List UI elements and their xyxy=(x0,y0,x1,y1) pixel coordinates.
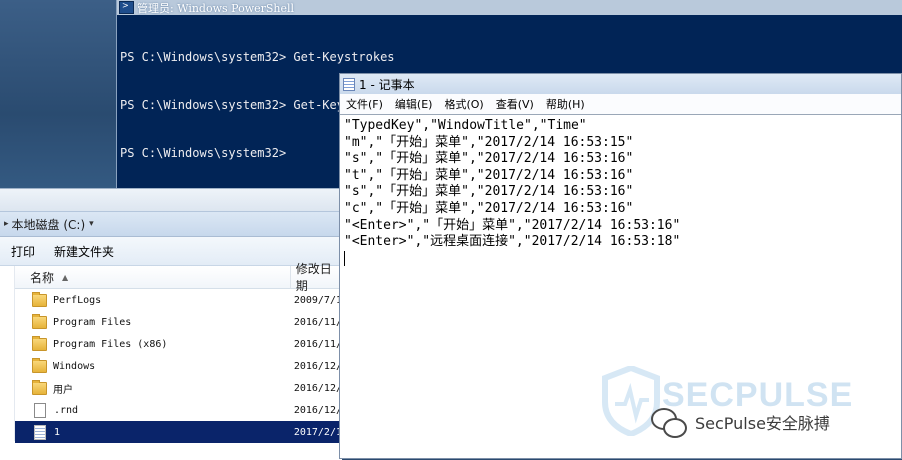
file-date: 2016/11/ xyxy=(293,338,342,350)
notepad-titlebar[interactable]: 1 - 记事本 xyxy=(340,74,901,94)
text-line: "c","「开始」菜单","2017/2/14 16:53:16" xyxy=(344,200,634,216)
list-item[interactable]: Program Files 2016/11/ xyxy=(15,311,342,333)
powershell-icon xyxy=(119,1,134,14)
list-item[interactable]: Windows 2016/12/ xyxy=(15,355,342,377)
file-date: 2009/7/1 xyxy=(293,294,342,306)
file-name: Program Files xyxy=(53,316,132,328)
text-line: "s","「开始」菜单","2017/2/14 16:53:16" xyxy=(344,151,634,167)
column-header-row: 名称 ▲ 修改日期 xyxy=(15,262,342,293)
file-name: Windows xyxy=(53,360,96,372)
notepad-icon xyxy=(343,77,355,91)
text-line: "s","「开始」菜单","2017/2/14 16:53:16" xyxy=(344,184,634,200)
new-folder-button[interactable]: 新建文件夹 xyxy=(54,243,114,260)
file-name: 用户 xyxy=(53,384,73,396)
navigation-pane[interactable] xyxy=(0,266,15,441)
folder-icon xyxy=(32,291,47,307)
text-caret xyxy=(344,250,345,266)
menu-edit[interactable]: 编辑(E) xyxy=(395,96,433,112)
explorer-content: 名称 ▲ 修改日期 PerfLogs 2009/7/1 Program File… xyxy=(0,262,342,443)
list-item[interactable]: .rnd 2016/12/ xyxy=(15,399,342,421)
explorer-toolbar: 打印 新建文件夹 xyxy=(0,237,342,266)
file-icon xyxy=(34,402,46,418)
powershell-titlebar[interactable]: 管理员: Windows PowerShell xyxy=(117,0,902,15)
file-name: PerfLogs xyxy=(53,294,102,306)
file-name: Program Files (x86) xyxy=(53,338,168,350)
list-item[interactable]: 用户 2016/12/ xyxy=(15,377,342,399)
text-line: "m","「开始」菜单","2017/2/14 16:53:15" xyxy=(344,134,634,150)
desktop-background xyxy=(0,0,118,190)
column-header-date[interactable]: 修改日期 xyxy=(291,262,342,293)
chevron-down-icon[interactable]: ▾ xyxy=(89,219,94,229)
file-name: .rnd xyxy=(54,404,79,416)
notepad-menubar: 文件(F) 编辑(E) 格式(O) 查看(V) 帮助(H) xyxy=(340,94,901,115)
text-file-icon xyxy=(34,424,46,440)
file-date: 2016/12/ xyxy=(293,360,342,372)
menu-view[interactable]: 查看(V) xyxy=(496,96,534,112)
address-bar[interactable]: ▸ 本地磁盘 (C:) ▾ xyxy=(0,211,342,237)
powershell-title: 管理员: Windows PowerShell xyxy=(137,1,295,15)
file-date: 2016/12/ xyxy=(293,382,342,394)
notepad-title: 1 - 记事本 xyxy=(359,77,415,92)
menu-file[interactable]: 文件(F) xyxy=(346,96,383,112)
text-line: "t","「开始」菜单","2017/2/14 16:53:16" xyxy=(344,167,634,183)
column-header-name[interactable]: 名称 ▲ xyxy=(15,266,291,288)
file-date: 2016/12/ xyxy=(293,404,342,416)
list-item-selected[interactable]: 1 2017/2/1 xyxy=(15,421,342,443)
folder-icon xyxy=(32,357,47,373)
text-line: "TypedKey","WindowTitle","Time" xyxy=(344,118,587,133)
watermark-caption: SecPulse安全脉搏 xyxy=(651,408,830,438)
sort-ascending-icon: ▲ xyxy=(62,272,69,282)
text-line: "<Enter>","「开始」菜单","2017/2/14 16:53:16" xyxy=(344,217,681,233)
console-line: PS C:\Windows\system32> Get-Keystrokes xyxy=(120,50,395,64)
list-item[interactable]: PerfLogs 2009/7/1 xyxy=(15,289,342,311)
file-date: 2017/2/1 xyxy=(293,426,342,438)
wechat-icon xyxy=(651,408,689,438)
text-line: "<Enter>","远程桌面连接","2017/2/14 16:53:18" xyxy=(344,234,681,250)
column-name-label: 名称 xyxy=(30,270,55,285)
explorer-window[interactable]: ▸ 本地磁盘 (C:) ▾ 打印 新建文件夹 名称 ▲ 修改日期 PerfLog… xyxy=(0,188,342,460)
print-button[interactable]: 打印 xyxy=(11,243,35,260)
address-location[interactable]: 本地磁盘 (C:) xyxy=(12,216,86,233)
file-name: 1 xyxy=(54,426,61,438)
menu-format[interactable]: 格式(O) xyxy=(444,96,483,112)
menu-help[interactable]: 帮助(H) xyxy=(546,96,585,112)
file-date: 2016/11/ xyxy=(293,316,342,328)
watermark-caption-text: SecPulse安全脉搏 xyxy=(695,414,830,433)
breadcrumb-arrow-icon[interactable]: ▸ xyxy=(4,219,9,229)
explorer-titlebar[interactable] xyxy=(0,189,342,211)
file-list[interactable]: 名称 ▲ 修改日期 PerfLogs 2009/7/1 Program File… xyxy=(15,262,342,443)
folder-icon xyxy=(32,335,47,351)
folder-icon xyxy=(32,313,47,329)
list-item[interactable]: Program Files (x86) 2016/11/ xyxy=(15,333,342,355)
folder-icon xyxy=(32,379,47,395)
